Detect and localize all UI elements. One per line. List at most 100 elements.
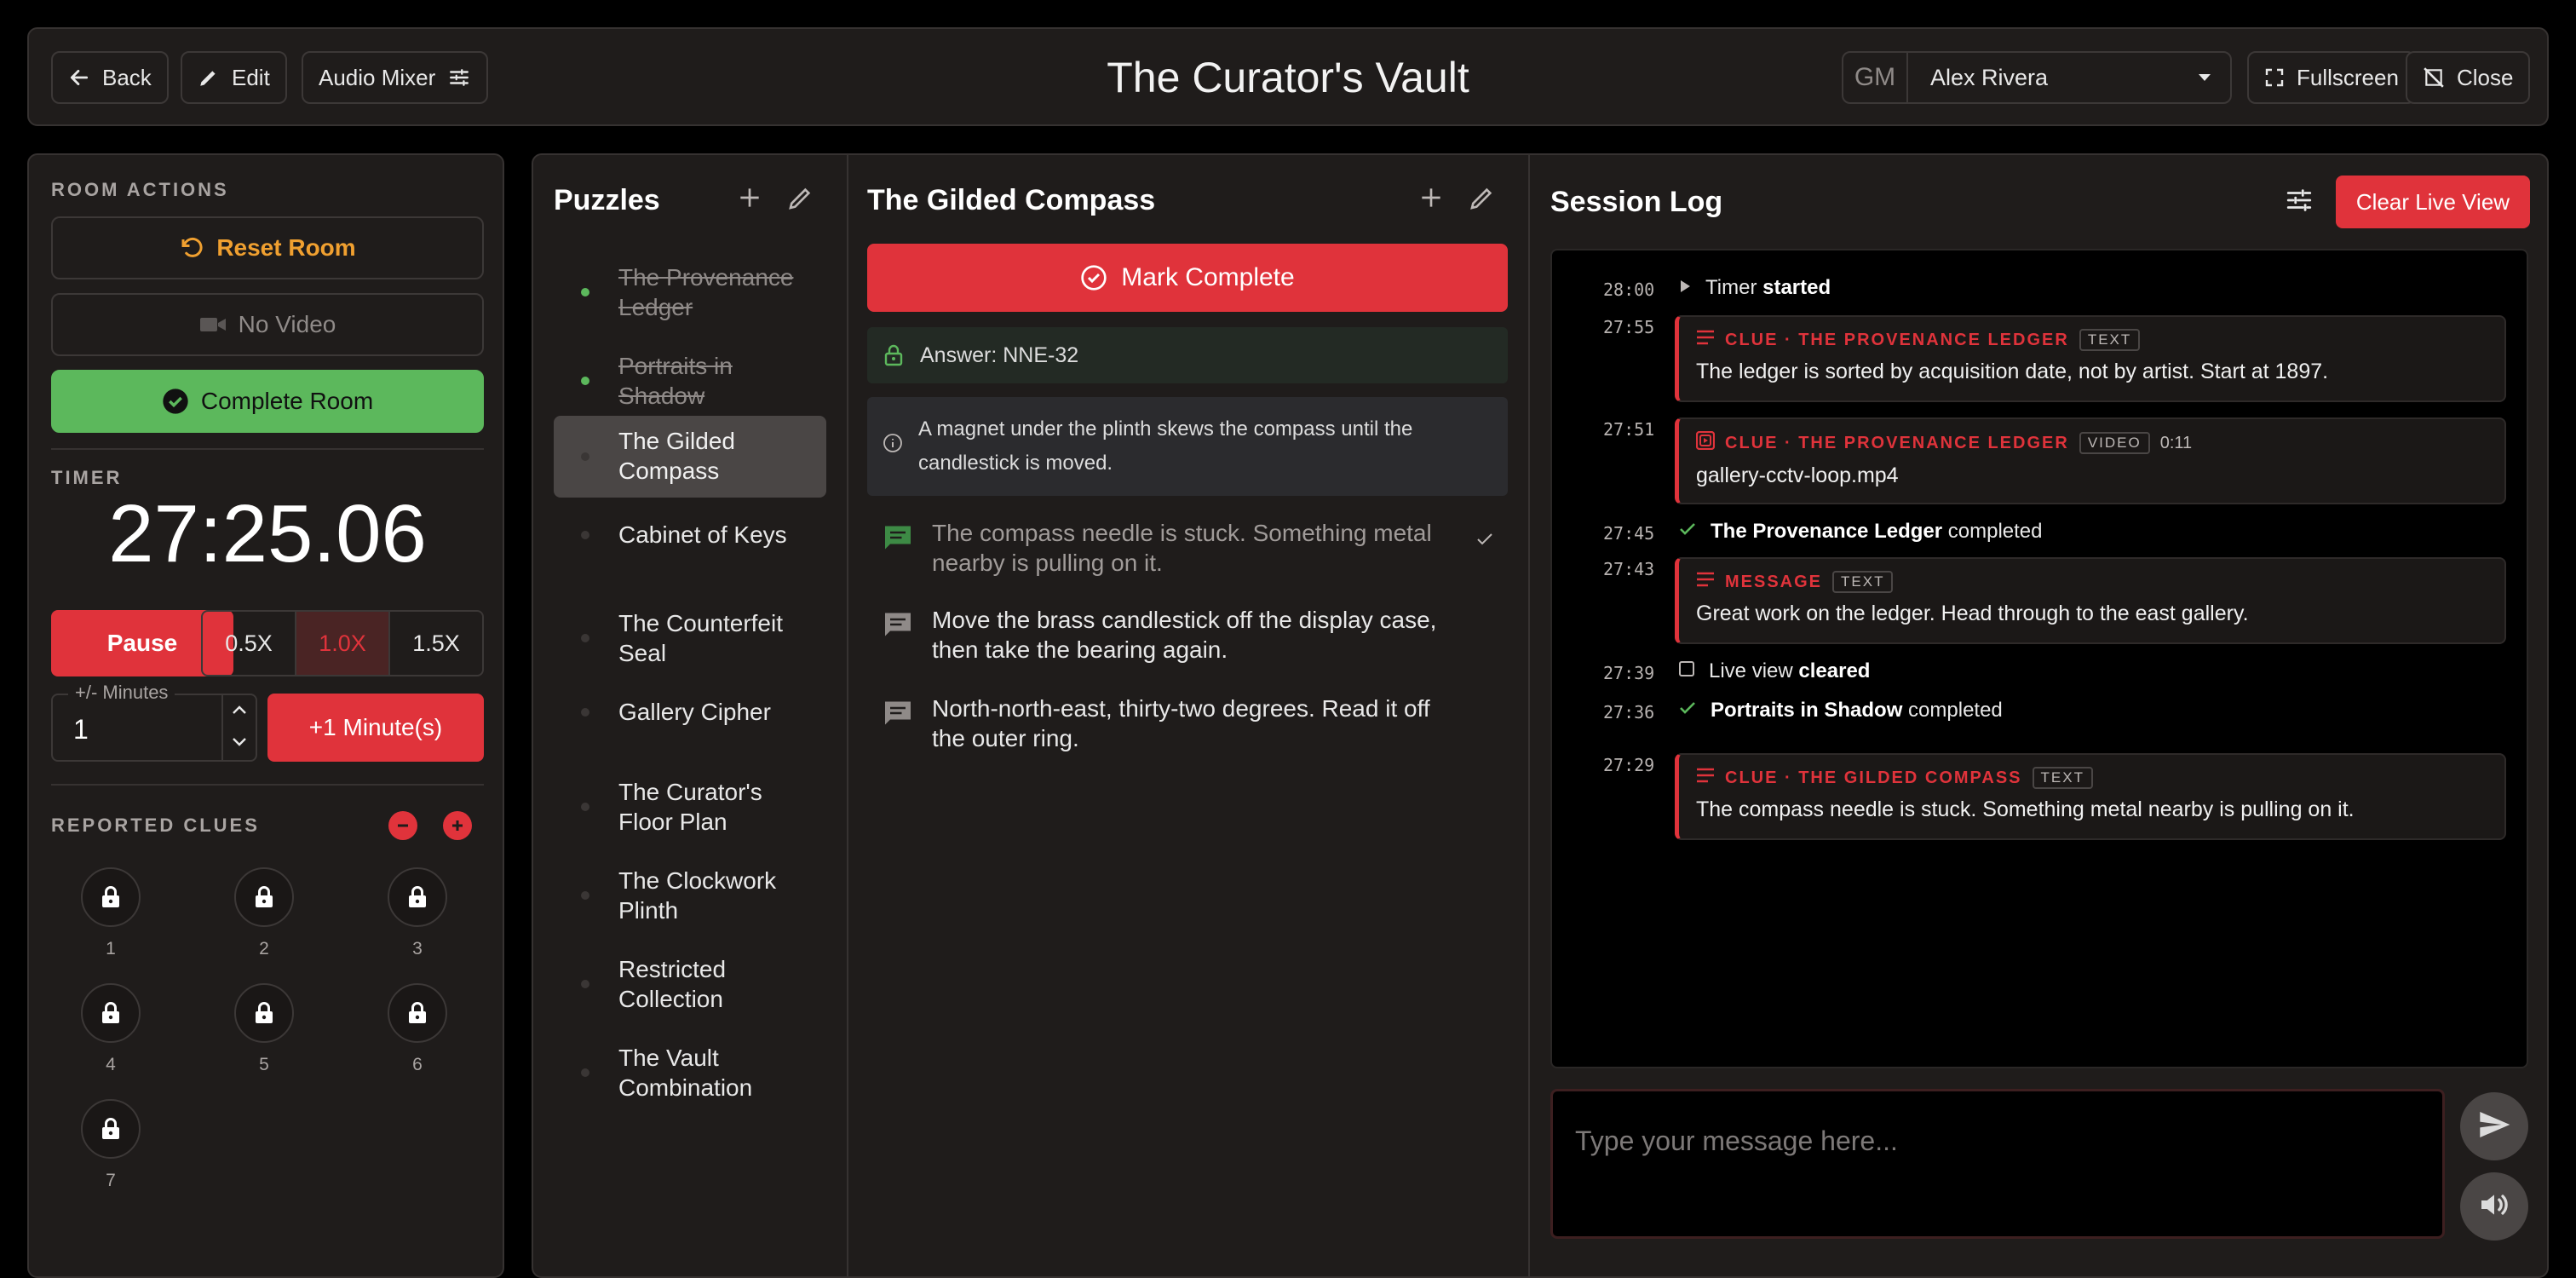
clue-lock[interactable]: 4: [51, 983, 170, 1075]
no-video-label: No Video: [238, 311, 336, 337]
status-dot: [581, 634, 589, 642]
minus-circle-icon[interactable]: [388, 811, 417, 840]
log-card-heading: MESSAGE: [1725, 572, 1823, 591]
divider: [51, 448, 484, 450]
close-button[interactable]: Close: [2406, 51, 2531, 104]
clue-number: 1: [106, 939, 116, 958]
speed-option[interactable]: 0.5X: [203, 612, 296, 675]
log-event-action: cleared: [1798, 659, 1871, 682]
lock-icon: [234, 983, 294, 1043]
log-event: Timer started: [1678, 276, 1831, 300]
puzzle-item[interactable]: The Clockwork Plinth: [554, 855, 826, 935]
filter-sliders-icon[interactable]: [2285, 186, 2314, 219]
puzzle-name: The Clockwork Plinth: [618, 867, 777, 924]
reset-room-button[interactable]: Reset Room: [51, 216, 484, 279]
clear-live-view-button[interactable]: Clear Live View: [2336, 176, 2530, 228]
chevron-up-icon[interactable]: [231, 704, 248, 720]
puzzle-item[interactable]: The Counterfeit Seal: [554, 598, 826, 678]
plus-circle-icon[interactable]: [443, 811, 472, 840]
log-event-text: Timer: [1705, 276, 1757, 299]
clue-lock[interactable]: 6: [358, 983, 477, 1075]
log-card-heading: CLUE · THE PROVENANCE LEDGER: [1725, 433, 2069, 452]
log-timestamp: 28:00: [1603, 279, 1655, 300]
clue-number: 6: [412, 1055, 423, 1074]
log-timestamp: 27:39: [1603, 663, 1655, 683]
mark-complete-button[interactable]: Mark Complete: [867, 244, 1508, 312]
text-lines-icon: [1696, 768, 1715, 788]
speed-option-active[interactable]: 1.0X: [296, 612, 390, 675]
log-timestamp: 27:29: [1603, 755, 1655, 775]
puzzle-name: Gallery Cipher: [618, 699, 771, 725]
add-minutes-button[interactable]: +1 Minute(s): [267, 694, 484, 762]
add-puzzle-icon[interactable]: [736, 184, 763, 216]
video-camera-icon: [199, 314, 227, 335]
status-dot: [581, 377, 589, 385]
log-card[interactable]: MESSAGE TEXT Great work on the ledger. Hea…: [1675, 557, 2506, 644]
puzzle-note: A magnet under the plinth skews the comp…: [867, 397, 1508, 496]
lock-icon: [81, 1099, 141, 1159]
puzzle-item[interactable]: Restricted Collection: [554, 944, 826, 1024]
hint-item[interactable]: North-north-east, thirty-two degrees. Re…: [867, 694, 1508, 753]
answer-box: Answer: NNE-32: [867, 327, 1508, 383]
edit-hint-icon[interactable]: [1469, 184, 1496, 216]
log-card-tag: TEXT: [2032, 767, 2093, 789]
puzzle-item[interactable]: The Provenance Ledger: [554, 252, 826, 332]
log-card-heading: CLUE · THE PROVENANCE LEDGER: [1725, 330, 2069, 349]
clue-lock[interactable]: 7: [51, 1099, 170, 1191]
clue-lock[interactable]: 2: [204, 867, 324, 959]
log-event: Live view cleared: [1678, 659, 1870, 683]
reset-room-label: Reset Room: [216, 234, 356, 261]
fullscreen-button[interactable]: Fullscreen: [2247, 51, 2416, 104]
edit-puzzles-icon[interactable]: [787, 184, 814, 216]
log-card[interactable]: CLUE · THE GILDED COMPASS TEXT The compass…: [1675, 753, 2506, 840]
video-file-icon: [1695, 430, 1716, 455]
column-divider: [847, 155, 848, 1276]
clue-lock[interactable]: 1: [51, 867, 170, 959]
speed-selector: 0.5X 1.0X 1.5X: [201, 610, 484, 676]
answer-text: Answer: NNE-32: [920, 343, 1079, 367]
speed-option[interactable]: 1.5X: [390, 612, 482, 675]
puzzle-item[interactable]: The Vault Combination: [554, 1033, 826, 1113]
minutes-value[interactable]: 1: [73, 714, 89, 746]
log-card-body: gallery-cctv-loop.mp4: [1696, 463, 1899, 487]
hint-item[interactable]: The compass needle is stuck. Something m…: [867, 518, 1508, 578]
puzzle-item[interactable]: Gallery Cipher: [554, 687, 826, 737]
puzzle-name: The Vault Combination: [618, 1045, 753, 1101]
log-card-tag: TEXT: [1832, 571, 1894, 593]
top-bar: Back Edit Audio Mixer The Curator's Vaul…: [27, 27, 2549, 126]
puzzle-item[interactable]: Portraits in Shadow: [554, 341, 826, 421]
clue-lock[interactable]: 5: [204, 983, 324, 1075]
puzzle-name: The Provenance Ledger: [618, 264, 794, 320]
add-hint-icon[interactable]: [1417, 184, 1445, 216]
text-lines-icon: [1696, 330, 1715, 350]
complete-room-button[interactable]: Complete Room: [51, 370, 484, 433]
log-card-body: The compass needle is stuck. Something m…: [1696, 797, 2355, 821]
status-dot: [581, 891, 589, 900]
divider: [51, 784, 484, 786]
timer-display: 27:25.06: [108, 488, 427, 579]
clue-lock[interactable]: 3: [358, 867, 477, 959]
no-video-button[interactable]: No Video: [51, 293, 484, 356]
send-button[interactable]: [2460, 1092, 2528, 1160]
puzzle-item[interactable]: The Gilded Compass: [554, 416, 826, 498]
chevron-down-icon[interactable]: [231, 736, 248, 752]
gm-select[interactable]: GM Alex Rivera: [1842, 51, 2232, 104]
hint-item[interactable]: Move the brass candlestick off the displ…: [867, 605, 1508, 665]
status-dot: [581, 707, 589, 717]
minutes-stepper[interactable]: +/- Minutes 1: [51, 682, 257, 762]
column-divider: [1528, 155, 1530, 1276]
log-card[interactable]: CLUE · THE PROVENANCE LEDGER TEXT The ledg…: [1675, 315, 2506, 402]
check-circle-icon: [1080, 264, 1107, 291]
log-card-duration: 0:11: [2159, 433, 2193, 452]
status-dot: [581, 452, 589, 461]
volume-icon: [2477, 1188, 2511, 1226]
message-input[interactable]: Type your message here...: [1550, 1089, 2445, 1239]
control-panel: ROOM ACTIONS Reset Room No Video Complet…: [27, 153, 504, 1278]
main-panel: Puzzles The Provenance Ledger Portraits i…: [532, 153, 2549, 1278]
puzzle-item[interactable]: The Curator's Floor Plan: [554, 767, 826, 847]
puzzle-name: Restricted Collection: [618, 956, 727, 1012]
log-timestamp: 27:36: [1603, 702, 1655, 722]
puzzle-item[interactable]: Cabinet of Keys: [554, 509, 826, 560]
volume-button[interactable]: [2460, 1172, 2528, 1241]
log-card[interactable]: CLUE · THE PROVENANCE LEDGER VIDEO 0:11 gal…: [1675, 417, 2506, 504]
